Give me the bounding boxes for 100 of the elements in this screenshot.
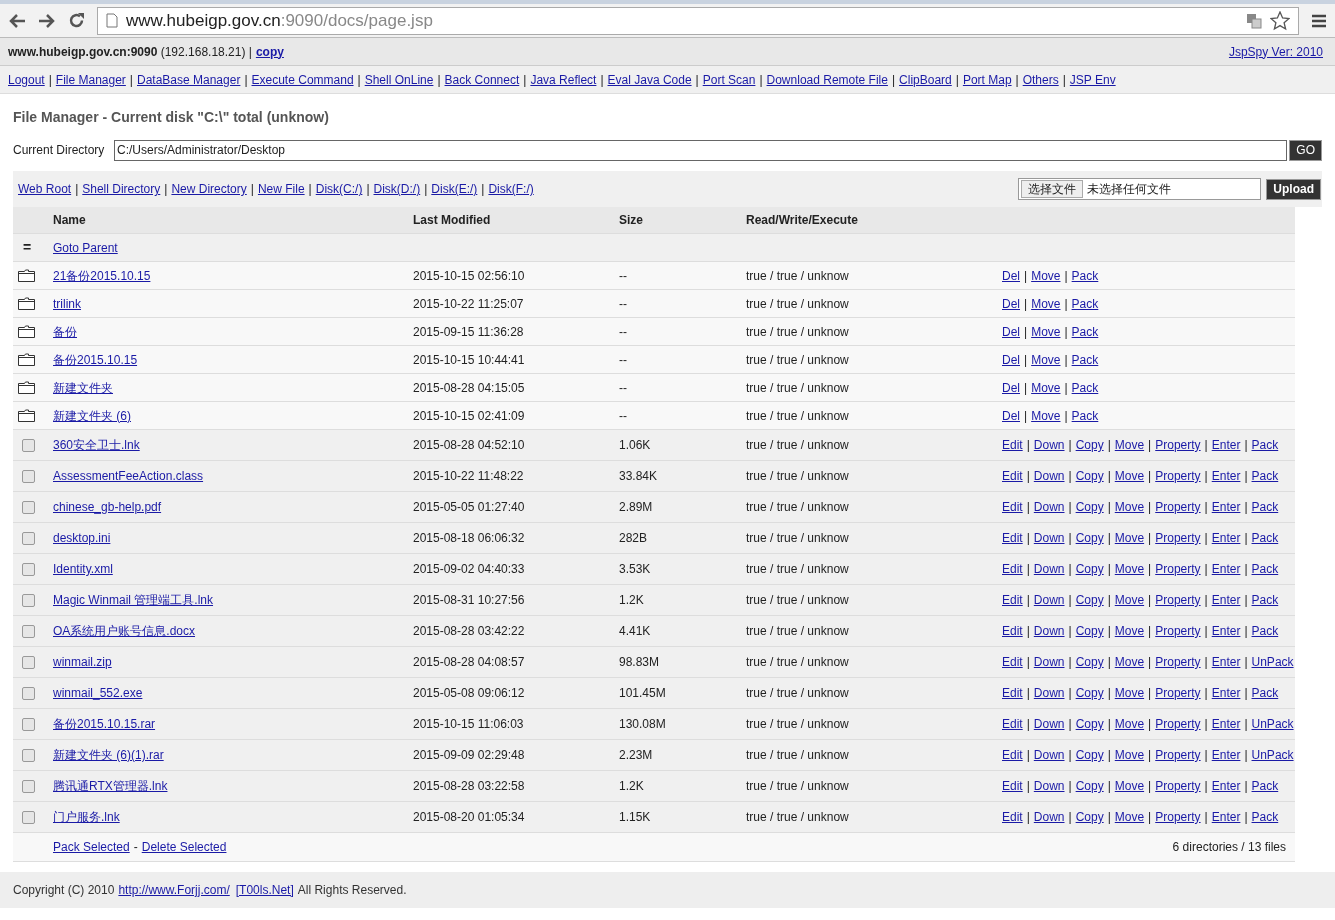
action-link[interactable]: Down	[1033, 684, 1065, 702]
action-link[interactable]: Edit	[1002, 591, 1023, 609]
action-link[interactable]: Move	[1114, 684, 1145, 702]
action-link[interactable]: Move	[1114, 529, 1145, 547]
action-link[interactable]: Del	[1002, 350, 1020, 369]
action-link[interactable]: Property	[1155, 622, 1201, 640]
file-row[interactable]: 备份2015.10.15.rar 2015-10-15 11:06:03 130.08M true / true / unknow Edit | Down | Copy | Move | Property | Enter | UnPack	[13, 709, 1295, 740]
file-link[interactable]: Magic Winmail 管理端工具.lnk	[53, 593, 214, 607]
action-link[interactable]: Edit	[1002, 777, 1023, 795]
checkbox[interactable]	[22, 562, 35, 576]
folder-link[interactable]: 新建文件夹	[53, 380, 113, 395]
action-link[interactable]: Enter	[1211, 746, 1241, 764]
action-link[interactable]: Enter	[1211, 684, 1241, 702]
action-link[interactable]: UnPack	[1251, 715, 1294, 733]
action-link[interactable]: Move	[1114, 622, 1145, 640]
action-link[interactable]: Enter	[1211, 808, 1241, 826]
action-link[interactable]: Edit	[1002, 653, 1023, 671]
action-link[interactable]: Pack	[1251, 808, 1279, 826]
action-link[interactable]: Move	[1031, 406, 1061, 425]
file-link[interactable]: 新建文件夹 (6)(1).rar	[53, 748, 164, 762]
nav-link[interactable]: Execute Command	[251, 70, 354, 89]
action-link[interactable]: Enter	[1211, 715, 1241, 733]
reload-icon[interactable]	[68, 12, 85, 29]
nav-link[interactable]: JSP Env	[1069, 70, 1116, 89]
checkbox[interactable]	[22, 686, 35, 700]
choose-file-button[interactable]: 选择文件	[1021, 180, 1084, 198]
file-row[interactable]: 腾讯通RTX管理器.lnk 2015-08-28 03:22:58 1.2K true / true / unknow Edit | Down | Copy | Move | Property | Enter | Pack	[13, 771, 1295, 802]
action-link[interactable]: Property	[1155, 715, 1201, 733]
team-link[interactable]: [T00ls.Net]	[235, 881, 294, 899]
nav-link[interactable]: File Manager	[55, 70, 126, 89]
action-link[interactable]: Enter	[1211, 560, 1241, 578]
file-link[interactable]: winmail.zip	[53, 655, 112, 669]
action-link[interactable]: UnPack	[1251, 746, 1294, 764]
action-link[interactable]: Enter	[1211, 529, 1241, 547]
file-row[interactable]: 门户服务.lnk 2015-08-20 01:05:34 1.15K true / true / unknow Edit | Down | Copy | Move | Property | Enter | Pack	[13, 802, 1295, 833]
action-link[interactable]: Pack	[1251, 591, 1279, 609]
action-link[interactable]: Down	[1033, 622, 1065, 640]
action-link[interactable]: Edit	[1002, 715, 1023, 733]
action-link[interactable]: Pack	[1071, 266, 1099, 285]
menu-icon[interactable]	[1311, 13, 1327, 28]
action-link[interactable]: Property	[1155, 467, 1201, 485]
checkbox[interactable]	[22, 469, 35, 483]
file-link[interactable]: chinese_gb-help.pdf	[53, 500, 162, 514]
action-link[interactable]: Copy	[1075, 808, 1104, 826]
action-link[interactable]: Copy	[1075, 436, 1104, 454]
file-link[interactable]: 腾讯通RTX管理器.lnk	[53, 779, 168, 793]
file-row[interactable]: 新建文件夹 (6) 2015-10-15 02:41:09 -- true / true / unknow Del | Move | Pack	[13, 402, 1295, 430]
file-row[interactable]: winmail_552.exe 2015-05-08 09:06:12 101.45M true / true / unknow Edit | Down | Copy | Move | Property | Enter | Pack	[13, 678, 1295, 709]
action-link[interactable]: Edit	[1002, 622, 1023, 640]
action-link[interactable]: Move	[1114, 436, 1145, 454]
forward-icon[interactable]	[38, 12, 56, 29]
action-link[interactable]: Move	[1031, 378, 1061, 397]
action-link[interactable]: Property	[1155, 746, 1201, 764]
action-link[interactable]: Down	[1033, 467, 1065, 485]
directory-link[interactable]: Shell Directory	[82, 180, 161, 198]
action-link[interactable]: Property	[1155, 436, 1201, 454]
action-link[interactable]: Property	[1155, 560, 1201, 578]
action-link[interactable]: Copy	[1075, 715, 1104, 733]
action-link[interactable]: Pack	[1071, 294, 1099, 313]
pack-selected-link[interactable]: Pack Selected	[53, 838, 130, 856]
file-row[interactable]: winmail.zip 2015-08-28 04:08:57 98.83M true / true / unknow Edit | Down | Copy | Move | Property | Enter | UnPack	[13, 647, 1295, 678]
action-link[interactable]: Copy	[1075, 746, 1104, 764]
file-link[interactable]: OA系统用户账号信息.docx	[53, 624, 196, 638]
version-link[interactable]: JspSpy Ver: 2010	[1228, 42, 1323, 61]
file-link[interactable]: AssessmentFeeAction.class	[53, 469, 204, 483]
directory-link[interactable]: Disk(E:/)	[431, 180, 478, 198]
action-link[interactable]: Property	[1155, 808, 1201, 826]
action-link[interactable]: Enter	[1211, 436, 1241, 454]
file-row[interactable]: 360安全卫士.lnk 2015-08-28 04:52:10 1.06K true / true / unknow Edit | Down | Copy | Move | Property | Enter | Pack	[13, 430, 1295, 461]
action-link[interactable]: Enter	[1211, 498, 1241, 516]
checkbox[interactable]	[22, 531, 35, 545]
nav-link[interactable]: Port Map	[962, 70, 1012, 89]
site-link[interactable]: http://www.Forjj.com/	[118, 881, 230, 899]
action-link[interactable]: Del	[1002, 322, 1020, 341]
nav-link[interactable]: Logout	[8, 70, 45, 89]
action-link[interactable]: Enter	[1211, 467, 1241, 485]
file-row[interactable]: AssessmentFeeAction.class 2015-10-22 11:48:22 33.84K true / true / unknow Edit | Down | Copy | Move | Property | Enter | Pack	[13, 461, 1295, 492]
action-link[interactable]: Move	[1114, 467, 1145, 485]
action-link[interactable]: Pack	[1251, 622, 1279, 640]
checkbox[interactable]	[22, 655, 35, 669]
action-link[interactable]: Move	[1114, 777, 1145, 795]
action-link[interactable]: Edit	[1002, 746, 1023, 764]
action-link[interactable]: Down	[1033, 498, 1065, 516]
action-link[interactable]: Edit	[1002, 684, 1023, 702]
action-link[interactable]: Pack	[1251, 467, 1279, 485]
action-link[interactable]: Edit	[1002, 498, 1023, 516]
nav-link[interactable]: Eval Java Code	[607, 70, 692, 89]
checkbox[interactable]	[22, 810, 35, 824]
checkbox[interactable]	[22, 624, 35, 638]
action-link[interactable]: Copy	[1075, 622, 1104, 640]
action-link[interactable]: Move	[1114, 715, 1145, 733]
file-row[interactable]: chinese_gb-help.pdf 2015-05-05 01:27:40 2.89M true / true / unknow Edit | Down | Copy | Move | Property | Enter | Pack	[13, 492, 1295, 523]
file-picker[interactable]: 选择文件 未选择任何文件	[1018, 178, 1262, 200]
file-link[interactable]: 360安全卫士.lnk	[53, 438, 140, 452]
action-link[interactable]: Move	[1031, 350, 1061, 369]
action-link[interactable]: Edit	[1002, 560, 1023, 578]
action-link[interactable]: Pack	[1251, 684, 1279, 702]
file-link[interactable]: 门户服务.lnk	[53, 810, 120, 824]
action-link[interactable]: Property	[1155, 498, 1201, 516]
nav-link[interactable]: ClipBoard	[899, 70, 952, 89]
